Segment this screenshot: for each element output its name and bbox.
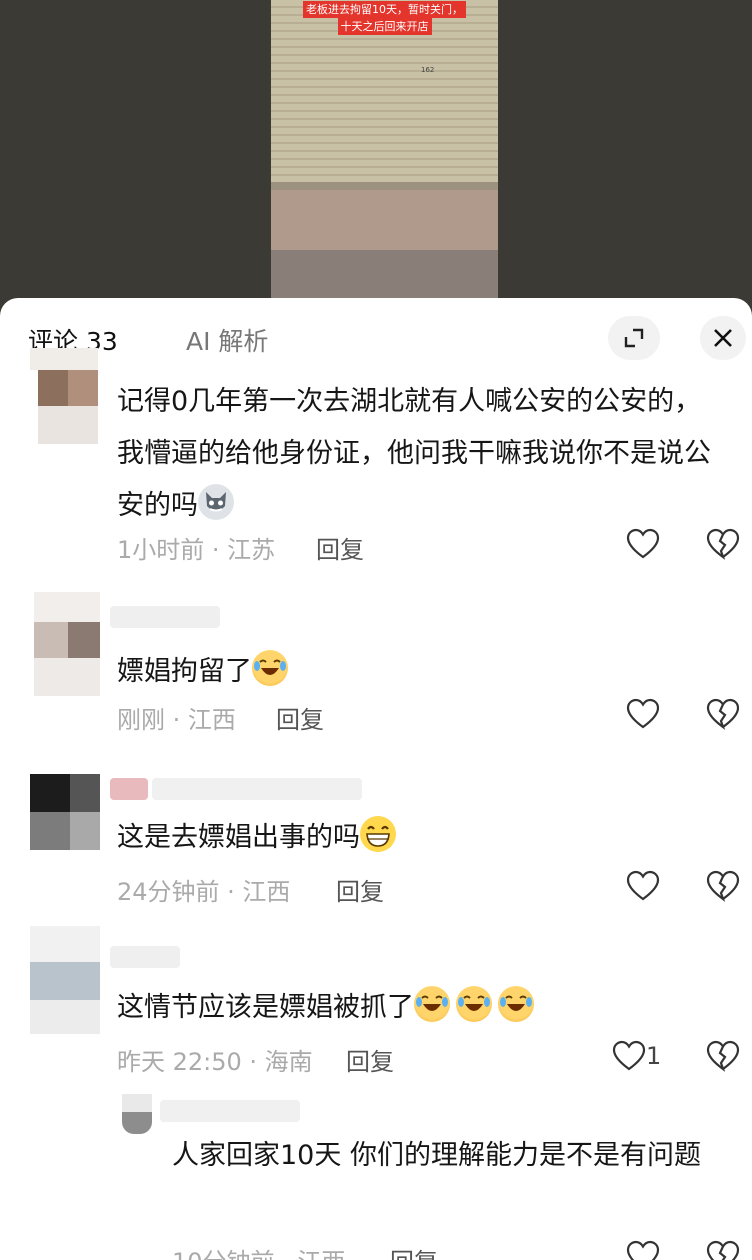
- heart-icon[interactable]: [626, 870, 660, 902]
- reply-button[interactable]: 回复: [316, 530, 364, 565]
- comment-meta: 刚刚 · 江西: [117, 706, 236, 734]
- video-wall: [271, 190, 498, 250]
- laugh-cry-emoji-icon: [498, 986, 534, 1022]
- reply-button[interactable]: 回复: [390, 1242, 438, 1260]
- blurred-username: [152, 778, 362, 800]
- video-player[interactable]: 162 老板进去拘留10天，暂时关门， 十天之后回来开店: [271, 0, 498, 298]
- reply-button[interactable]: 回复: [346, 1042, 394, 1077]
- broken-heart-icon[interactable]: [706, 1040, 740, 1072]
- broken-heart-icon[interactable]: [706, 1240, 740, 1260]
- comment-text-content: 人家回家10天 你们的理解能力是不是有问题: [172, 1140, 701, 1171]
- grin-emoji-icon: [360, 816, 396, 852]
- close-icon: [714, 329, 732, 347]
- reply-button[interactable]: 回复: [276, 700, 324, 735]
- heart-icon[interactable]: [626, 698, 660, 730]
- blurred-username: [110, 778, 148, 800]
- like-count: 1: [646, 1042, 662, 1070]
- laugh-cry-emoji-icon: [456, 986, 492, 1022]
- laugh-cry-emoji-icon: [414, 986, 450, 1022]
- blurred-username: [110, 946, 180, 968]
- video-caption-line1: 老板进去拘留10天，暂时关门，: [303, 1, 466, 18]
- dog-emoji-icon: [198, 484, 234, 520]
- broken-heart-icon[interactable]: [706, 870, 740, 902]
- avatar[interactable]: [34, 592, 100, 696]
- heart-icon[interactable]: [612, 1040, 646, 1072]
- comment-text: 这情节应该是嫖娼被抓了: [117, 982, 727, 1034]
- comment-text-content: 这是去嫖娼出事的吗: [117, 822, 360, 853]
- comment-meta: 24分钟前 · 江西: [117, 878, 291, 906]
- comment-item: 这是去嫖娼出事的吗 24分钟前 · 江西 回复: [0, 774, 752, 914]
- video-floor: [271, 250, 498, 298]
- broken-heart-icon[interactable]: [706, 698, 740, 730]
- blurred-username: [160, 1100, 300, 1122]
- comment-text: 这是去嫖娼出事的吗: [117, 812, 727, 864]
- reply-comment-item: 人家回家10天 你们的理解能力是不是有问题 10分钟前 · 江西 回复: [0, 1094, 752, 1260]
- expand-icon: [624, 328, 644, 348]
- reply-button[interactable]: 回复: [336, 872, 384, 907]
- comment-text: 嫖娼拘留了: [117, 646, 727, 698]
- video-caption: 老板进去拘留10天，暂时关门， 十天之后回来开店: [271, 1, 498, 35]
- comment-meta: 1小时前 · 江苏: [117, 536, 276, 564]
- video-shutter-tag: 162: [421, 66, 435, 74]
- comment-text-content: 嫖娼拘留了: [117, 656, 252, 687]
- comments-sheet: 评论 33 AI 解析 记得0几年第一次去湖北就有人喊公安的公安的，我懵逼的给他…: [0, 298, 752, 1260]
- video-caption-line2: 十天之后回来开店: [337, 18, 432, 35]
- avatar[interactable]: [30, 348, 98, 444]
- heart-icon[interactable]: [626, 528, 660, 560]
- laugh-cry-emoji-icon: [252, 650, 288, 686]
- comment-meta: 10分钟前 · 江西: [172, 1242, 345, 1260]
- blurred-username: [110, 606, 220, 628]
- comment-item: 嫖娼拘留了 刚刚 · 江西 回复: [0, 592, 752, 742]
- broken-heart-icon[interactable]: [706, 528, 740, 560]
- comment-text: 人家回家10天 你们的理解能力是不是有问题: [172, 1128, 732, 1184]
- avatar[interactable]: [122, 1094, 152, 1134]
- avatar[interactable]: [30, 926, 100, 1034]
- comment-meta: 昨天 22:50 · 海南: [117, 1048, 313, 1076]
- comment-text: 记得0几年第一次去湖北就有人喊公安的公安的，我懵逼的给他身份证，他问我干嘛我说你…: [117, 376, 727, 532]
- avatar[interactable]: [30, 774, 100, 850]
- comment-item: 记得0几年第一次去湖北就有人喊公安的公安的，我懵逼的给他身份证，他问我干嘛我说你…: [0, 348, 752, 578]
- comment-item: 这情节应该是嫖娼被抓了 昨天 22:50 · 海南 回复 1: [0, 926, 752, 1086]
- heart-icon[interactable]: [626, 1240, 660, 1260]
- comment-text-content: 这情节应该是嫖娼被抓了: [117, 992, 414, 1023]
